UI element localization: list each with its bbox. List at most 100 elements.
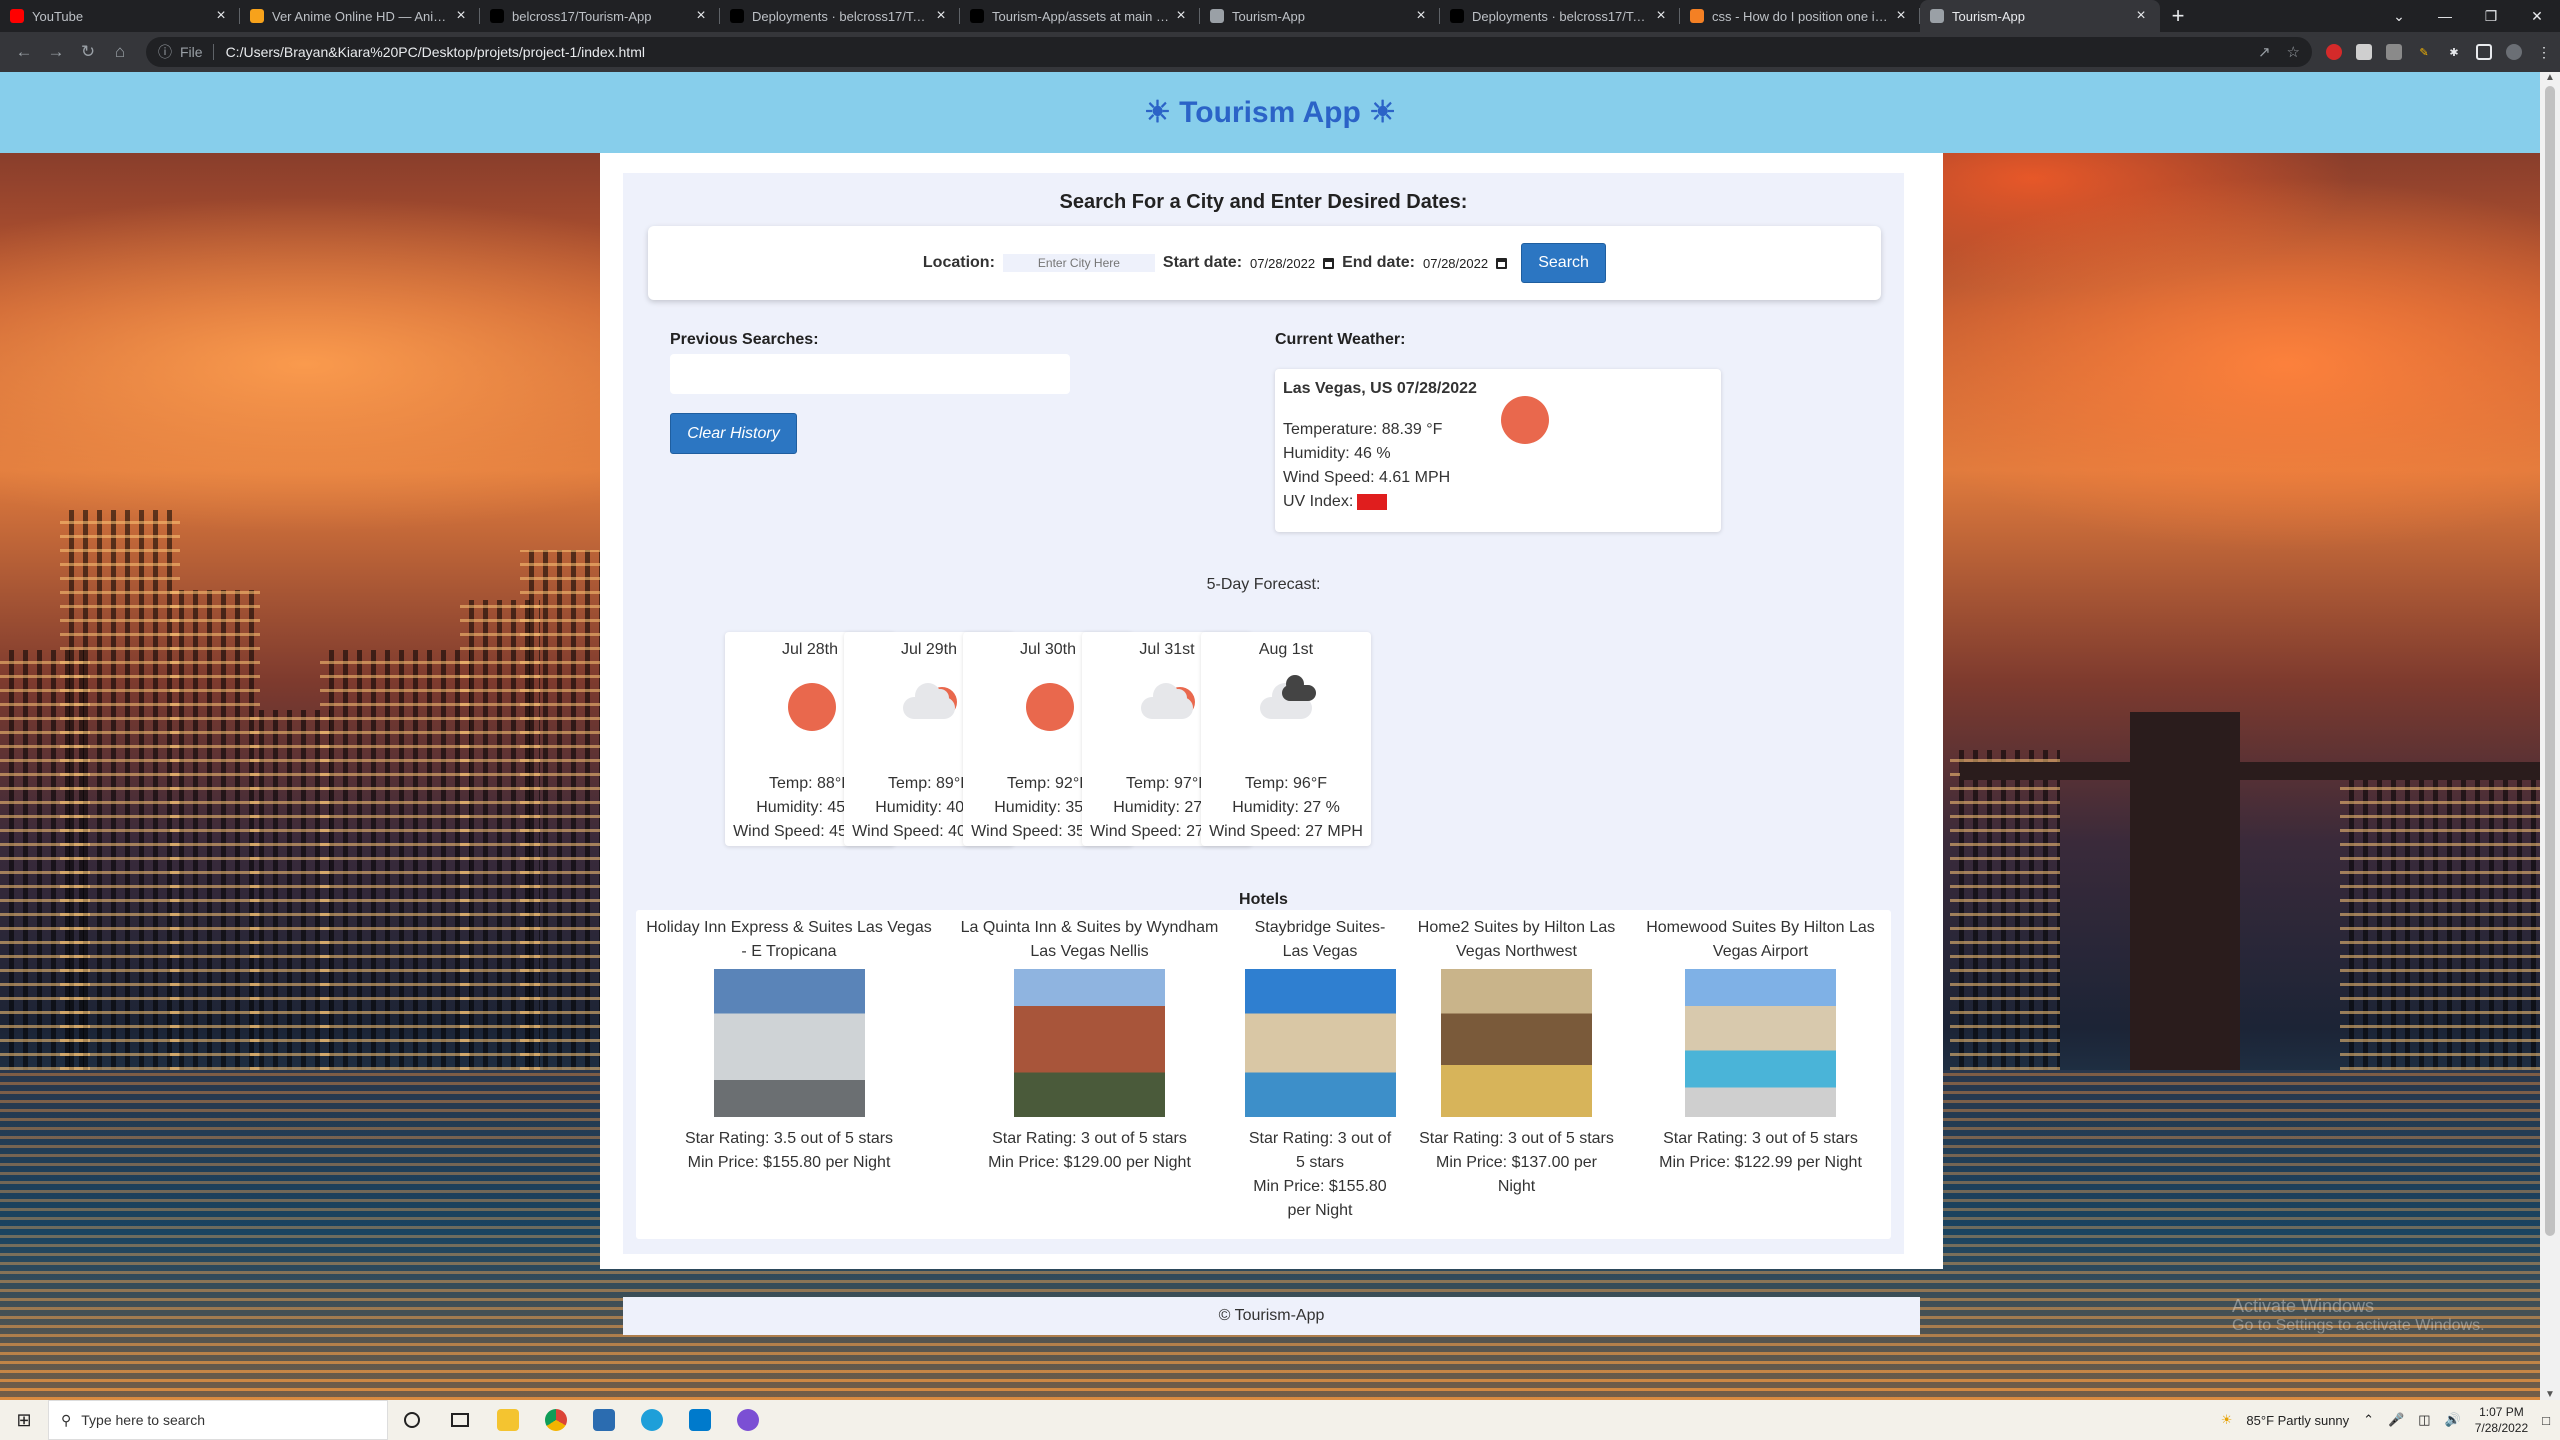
tab-close-icon[interactable]: × (1892, 7, 1910, 25)
browser-tab[interactable]: YouTube × (0, 0, 240, 32)
volume-icon[interactable]: 🔊 (2445, 1412, 2461, 1428)
network-icon[interactable]: ◫ (2418, 1412, 2430, 1428)
edge-icon[interactable] (628, 1400, 676, 1440)
browser-tab[interactable]: Ver Anime Online HD — AnimeFLV× (240, 0, 480, 32)
extension-icon[interactable] (2326, 44, 2342, 60)
tab-favicon-icon (730, 9, 744, 23)
back-arrow-icon[interactable]: ← (8, 42, 40, 62)
extension-icon[interactable] (2356, 44, 2372, 60)
tab-close-icon[interactable]: × (1412, 7, 1430, 25)
close-window-button[interactable]: ✕ (2514, 0, 2560, 32)
tab-search-icon[interactable]: ⌄ (2376, 0, 2422, 32)
end-date-input[interactable]: 07/28/2022 (1423, 255, 1508, 271)
start-date-input[interactable]: 07/28/2022 (1250, 255, 1335, 271)
browser-tab[interactable]: Tourism-App × (1920, 0, 2160, 32)
clock-time: 1:07 PM (2479, 1405, 2524, 1419)
browser-tab[interactable]: css - How do I position one imag × (1680, 0, 1920, 32)
store-icon[interactable] (580, 1400, 628, 1440)
hotels-list: Holiday Inn Express & Suites Las Vegas -… (636, 910, 1891, 1239)
hotel-name: Homewood Suites By Hilton Las Vegas Airp… (1646, 919, 1875, 960)
share-icon[interactable]: ↗ (2258, 43, 2271, 61)
watermark-line: Activate Windows (2232, 1296, 2375, 1316)
puzzle-extensions-icon[interactable]: ✱ (2446, 44, 2462, 60)
hotel-min-price: Min Price: $137.00 per Night (1436, 1154, 1597, 1195)
hotel-min-price: Min Price: $122.99 per Night (1659, 1154, 1862, 1171)
windows-start-icon[interactable]: ⊞ (0, 1410, 48, 1431)
tab-close-icon[interactable]: × (932, 7, 950, 25)
restore-button[interactable]: ❐ (2468, 0, 2514, 32)
profile-avatar-icon[interactable] (2506, 44, 2522, 60)
tab-title: Tourism-App (1232, 8, 1305, 24)
taskbar-search-placeholder: Type here to search (81, 1412, 206, 1428)
show-hidden-icons[interactable]: ⌃ (2363, 1412, 2374, 1428)
chrome-icon[interactable] (532, 1400, 580, 1440)
info-icon[interactable]: ⓘ (158, 42, 172, 62)
calendar-icon[interactable] (1496, 257, 1508, 269)
hotels-heading: Hotels (1239, 891, 1288, 908)
start-date-value: 07/28/2022 (1250, 255, 1316, 271)
search-form: Location: Start date: 07/28/2022 End dat… (648, 226, 1881, 300)
taskbar-weather[interactable]: 85°F Partly sunny (2246, 1413, 2349, 1428)
url-text[interactable]: C:/Users/Brayan&Kiara%20PC/Desktop/proje… (226, 44, 2242, 60)
new-tab-button[interactable]: + (2160, 3, 2196, 29)
hotel-photo (713, 969, 865, 1117)
sun-icon (1501, 396, 1549, 444)
scrollbar-thumb[interactable] (2545, 86, 2555, 1236)
cortana-icon[interactable] (388, 1400, 436, 1440)
microphone-icon[interactable]: 🎤 (2388, 1412, 2404, 1428)
activate-windows-watermark: Activate Windows Go to Settings to activa… (2232, 1296, 2485, 1336)
city-input[interactable] (1002, 254, 1155, 272)
minimize-button[interactable]: — (2422, 0, 2468, 32)
scroll-up-arrow-icon[interactable]: ▲ (2540, 72, 2560, 83)
browser-tab[interactable]: belcross17/Tourism-App × (480, 0, 720, 32)
sidebar-icon[interactable] (2476, 44, 2492, 60)
taskbar-search-box[interactable]: ⚲ Type here to search (48, 1400, 388, 1440)
page-scrollbar[interactable]: ▲ ▼ (2540, 72, 2560, 1400)
home-icon[interactable]: ⌂ (104, 42, 136, 62)
browser-tab-strip: YouTube×Ver Anime Online HD — AnimeFLV×b… (0, 0, 2560, 32)
browser-tab[interactable]: Tourism-App/assets at main · be × (960, 0, 1200, 32)
notifications-icon[interactable]: □ (2542, 1413, 2550, 1428)
clock[interactable]: 1:07 PM 7/28/2022 (2475, 1404, 2528, 1436)
weather-icon: ☀ (2220, 1412, 2233, 1427)
address-bar[interactable]: ⓘ File C:/Users/Brayan&Kiara%20PC/Deskto… (146, 37, 2312, 67)
extension-icons: ✎ ✱ ⋮ (2326, 44, 2552, 60)
bookmark-star-icon[interactable]: ☆ (2287, 43, 2300, 61)
hotel-name: Home2 Suites by Hilton Las Vegas Northwe… (1417, 919, 1616, 960)
tab-close-icon[interactable]: × (1172, 7, 1190, 25)
app-icon[interactable] (724, 1400, 772, 1440)
tab-title: YouTube (32, 8, 84, 24)
hotel-star-rating: Star Rating: 3 out of 5 stars (1663, 1130, 1858, 1147)
end-date-value: 07/28/2022 (1423, 255, 1489, 271)
task-view-icon[interactable] (436, 1400, 484, 1440)
clear-history-button[interactable]: Clear History (670, 413, 797, 454)
browser-tab[interactable]: Tourism-App × (1200, 0, 1440, 32)
forecast-weather-icon (780, 675, 840, 735)
system-tray: ☀ 85°F Partly sunny ⌃ 🎤 ◫ 🔊 1:07 PM 7/28… (2221, 1400, 2560, 1440)
calendar-icon[interactable] (1323, 257, 1335, 269)
main-container: Search For a City and Enter Desired Date… (600, 153, 1943, 1269)
menu-kebab-icon[interactable]: ⋮ (2536, 44, 2552, 60)
reload-icon[interactable]: ↻ (72, 42, 104, 62)
browser-tab[interactable]: Deployments · belcross17/Touri × (720, 0, 960, 32)
tab-close-icon[interactable]: × (692, 7, 710, 25)
vscode-icon[interactable] (676, 1400, 724, 1440)
clock-date: 7/28/2022 (2474, 1421, 2529, 1435)
scroll-down-arrow-icon[interactable]: ▼ (2540, 1389, 2560, 1400)
browser-tab[interactable]: Deployments · belcross17/Touri × (1440, 0, 1680, 32)
tab-favicon-icon (490, 9, 504, 23)
previous-searches-list[interactable] (670, 354, 1070, 394)
extension-icon[interactable] (2386, 44, 2402, 60)
forecast-stats: Temp: 96°F Humidity: 27 % Wind Speed: 27 M… (1201, 772, 1371, 844)
tab-close-icon[interactable]: × (2132, 7, 2150, 25)
tab-close-icon[interactable]: × (452, 7, 470, 25)
tab-close-icon[interactable]: × (212, 7, 230, 25)
search-button[interactable]: Search (1521, 243, 1607, 283)
pencil-extension-icon[interactable]: ✎ (2416, 44, 2432, 60)
hotel-star-rating: Star Rating: 3 out of 5 stars (1419, 1130, 1614, 1147)
hotel-card: La Quinta Inn & Suites by Wyndham Las Ve… (956, 916, 1224, 1239)
hotel-card: Holiday Inn Express & Suites Las Vegas -… (644, 916, 934, 1239)
file-explorer-icon[interactable] (484, 1400, 532, 1440)
forward-arrow-icon[interactable]: → (40, 42, 72, 62)
tab-close-icon[interactable]: × (1652, 7, 1670, 25)
